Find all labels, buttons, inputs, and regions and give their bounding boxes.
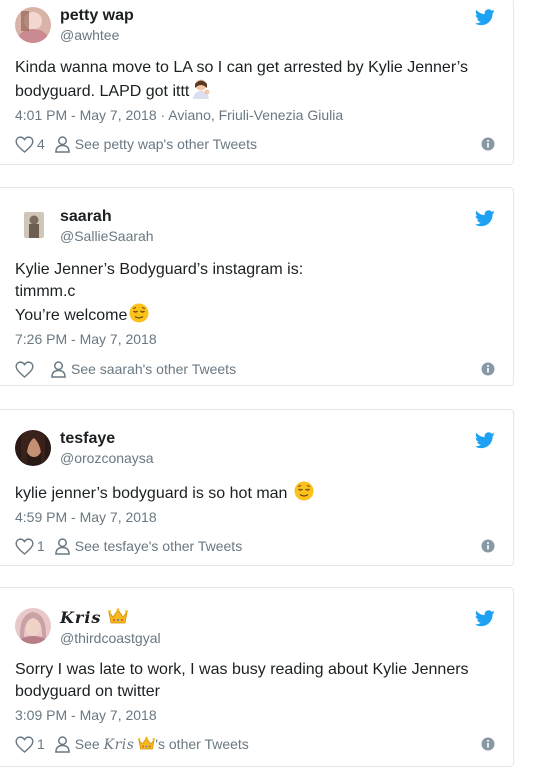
info-icon[interactable] [481, 737, 495, 751]
crown-icon [107, 608, 128, 624]
tweet-timestamp[interactable]: 4:01 PM - May 7, 2018 · Aviano, Friuli-V… [15, 105, 498, 125]
tweet-text-line: Sorry I was late to work, I was busy rea… [15, 661, 469, 678]
user-name[interactable]: tesfaye [60, 430, 115, 448]
user-name[interactable]: saarah [60, 208, 112, 226]
tweet-actions: 4 See petty wap's other Tweets [15, 133, 498, 155]
like-count: 1 [37, 538, 45, 554]
tweet-text-line: bodyguard on twitter [15, 683, 160, 700]
tweet-text-line[interactable]: timmm.c [15, 281, 498, 303]
other-tweets-link[interactable]: See Kris 's other Tweets [54, 735, 249, 753]
avatar[interactable] [24, 212, 44, 238]
like-button[interactable]: 1 [15, 735, 53, 753]
twitter-bird-icon[interactable] [475, 610, 495, 627]
tweet-text-segment: bodyguard. LAPD got ittt [15, 83, 190, 100]
person-icon [54, 735, 70, 753]
tweet-timestamp[interactable]: 3:09 PM - May 7, 2018 [15, 705, 498, 725]
see-other-tweets[interactable]: See Kris 's other Tweets [75, 736, 249, 753]
tweet-actions: 1 See Kris 's other Tweets [15, 733, 498, 755]
user-handle[interactable]: @thirdcoastgyal [60, 630, 161, 646]
tweet-actions: See saarah's other Tweets [15, 358, 498, 380]
twitter-bird-icon[interactable] [475, 9, 495, 26]
tweet-text-line: You’re welcome [15, 303, 498, 327]
tweet-text-line: kylie jenner’s bodyguard is so hot man [15, 481, 498, 505]
user-name[interactable]: petty wap [60, 7, 134, 25]
tweet-header: saarah @SallieSaarah [0, 188, 513, 244]
see-other-tweets-suffix[interactable]: 's other Tweets [155, 736, 248, 752]
other-tweets-link[interactable]: See petty wap's other Tweets [54, 135, 257, 153]
tweet-text-segment: You’re welcome [15, 307, 128, 324]
avatar[interactable] [15, 7, 51, 43]
info-icon[interactable] [481, 137, 495, 151]
tweet-text-line: bodyguard. LAPD got ittt [15, 79, 498, 103]
user-handle[interactable]: @awhtee [60, 27, 119, 43]
twitter-bird-icon[interactable] [475, 210, 495, 227]
heart-icon[interactable] [15, 735, 34, 753]
tweet-text: Kinda wanna move to LA so I can get arre… [15, 57, 498, 103]
user-handle[interactable]: @SallieSaarah [60, 228, 154, 244]
tweet-actions: 1 See tesfaye's other Tweets [15, 535, 498, 557]
like-button[interactable]: 1 [15, 537, 53, 555]
person-icon [54, 537, 70, 555]
person-icon [54, 135, 70, 153]
heart-icon[interactable] [15, 360, 34, 378]
tweet-card[interactable]: saarah @SallieSaarah Kylie Jenner’s Body… [0, 187, 514, 386]
tweet-text: kylie jenner’s bodyguard is so hot man [15, 481, 498, 505]
crown-icon [138, 736, 156, 749]
see-other-tweets[interactable]: See saarah's other Tweets [71, 361, 236, 377]
like-button[interactable] [15, 360, 49, 378]
tweet-card[interactable]: Kris @thirdcoastgyal Sorry I was late to… [0, 587, 514, 767]
user-name-text[interactable]: Kris [60, 608, 101, 627]
avatar[interactable] [15, 608, 51, 644]
twitter-bird-icon[interactable] [475, 432, 495, 449]
tweet-timestamp[interactable]: 4:59 PM - May 7, 2018 [15, 507, 498, 527]
tweet-timestamp[interactable]: 7:26 PM - May 7, 2018 [15, 329, 498, 349]
tweet-text: Sorry I was late to work, I was busy rea… [15, 659, 498, 703]
woman-tipping-hand-icon [193, 79, 210, 99]
tweet-text-segment: kylie jenner’s bodyguard is so hot man [15, 485, 288, 502]
tweet-card[interactable]: tesfaye @orozconaysa kylie jenner’s body… [0, 409, 514, 566]
tweet-card[interactable]: petty wap @awhtee Kinda wanna move to LA… [0, 0, 514, 165]
tweet-text-line: Kylie Jenner’s Bodyguard’s instagram is: [15, 261, 304, 278]
info-icon[interactable] [481, 539, 495, 553]
info-icon[interactable] [481, 362, 495, 376]
tweet-header: Kris @thirdcoastgyal [0, 588, 513, 646]
tweet-text-line: Kinda wanna move to LA so I can get arre… [15, 59, 469, 76]
see-other-tweets[interactable]: See petty wap's other Tweets [75, 136, 257, 152]
see-other-tweets[interactable]: See tesfaye's other Tweets [75, 538, 242, 554]
see-other-tweets-prefix[interactable]: See [75, 736, 104, 752]
like-button[interactable]: 4 [15, 135, 53, 153]
other-tweets-link[interactable]: See tesfaye's other Tweets [54, 537, 242, 555]
tweet-text: Kylie Jenner’s Bodyguard’s instagram is:… [15, 259, 498, 327]
other-tweets-link[interactable]: See saarah's other Tweets [51, 360, 236, 378]
tweet-header: petty wap @awhtee [0, 0, 513, 45]
tweet-header: tesfaye @orozconaysa [0, 410, 513, 466]
relieved-face-icon [129, 303, 149, 323]
avatar[interactable] [15, 430, 51, 466]
like-count: 1 [37, 736, 45, 752]
user-handle[interactable]: @orozconaysa [60, 450, 154, 466]
person-icon [51, 360, 66, 378]
heart-icon[interactable] [15, 135, 34, 153]
like-count: 4 [37, 136, 45, 152]
heart-icon[interactable] [15, 537, 34, 555]
relieved-face-icon [294, 481, 314, 501]
user-name[interactable]: Kris [60, 608, 128, 628]
see-other-tweets-name[interactable]: Kris [104, 737, 135, 753]
